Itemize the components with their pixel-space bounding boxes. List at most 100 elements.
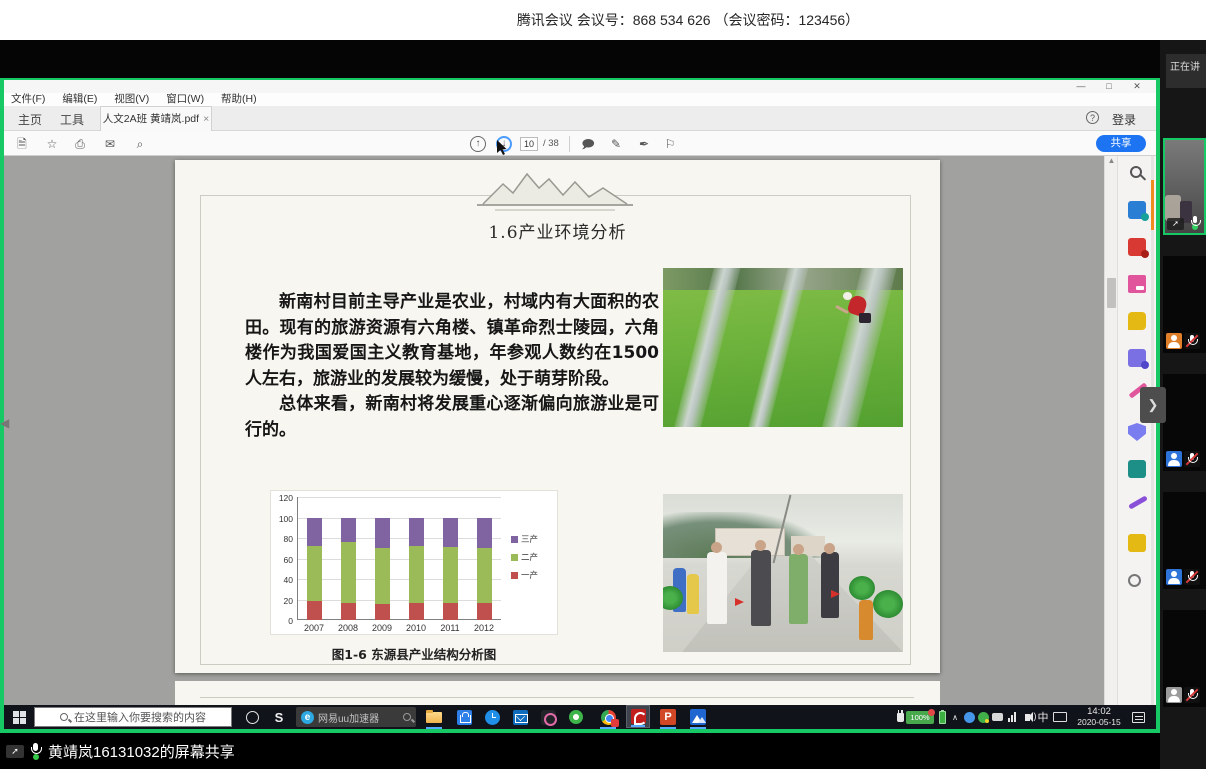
battery-green-icon[interactable] [937,705,947,729]
y-tick-label: 0 [271,616,293,626]
participant-tile[interactable] [1163,374,1206,471]
edit-pdf-icon[interactable] [1128,275,1146,293]
body-text: 新南村目前主导产业是农业，村域内有大面积的农田。现有的旅游资源有六角楼、镇革命烈… [245,290,659,443]
menu-window[interactable]: 窗口(W) [159,93,211,105]
page-back-arrow[interactable]: ◀ [0,412,14,434]
certificates-icon[interactable] [1128,495,1148,509]
tab-home[interactable]: 主页 [18,111,42,128]
tray-360-icon[interactable] [976,705,990,729]
tray-app-blue-icon[interactable] [962,705,976,729]
mic-on-icon [1188,216,1202,230]
participant-tile[interactable] [1163,256,1206,353]
page-number-input[interactable]: 10 [520,137,538,151]
bar-segment-三产 [409,518,424,547]
x-tick-label: 2012 [467,623,501,633]
meeting-title: 腾讯会议 会议号：868 534 626 （会议密码：123456） [0,0,1206,40]
widget-search-icon [403,713,411,721]
close-button[interactable]: ✕ [1124,80,1150,93]
edge-search-widget[interactable]: e 网易uu加速器 [296,707,416,727]
search-tools-icon[interactable] [1130,166,1142,178]
screen-share-icon: ➚ [6,745,24,758]
bar-segment-二产 [477,548,492,602]
y-tick-label: 60 [271,555,293,565]
menu-help[interactable]: 帮助(H) [214,93,264,105]
tab-close-icon[interactable]: × [203,113,209,125]
taskbar-search-box[interactable]: 在这里输入你要搜索的内容 [34,707,232,727]
email-icon[interactable]: ✉ [102,136,118,152]
stamp-icon[interactable]: ⚐ [662,136,678,152]
share-for-review-icon[interactable] [1128,534,1146,552]
volume-icon[interactable] [1020,705,1034,729]
recording-dot [928,709,935,716]
cortana-icon[interactable] [240,705,264,729]
tools-scroll-thumb[interactable] [1151,180,1154,230]
combine-files-icon[interactable] [1128,349,1146,367]
seewo-icon[interactable]: S [268,705,290,729]
stamp-tool-icon[interactable] [1128,460,1146,478]
bar-segment-一产 [341,603,356,620]
taskbar-clock[interactable]: 14:02 2020-05-15 [1070,705,1128,729]
tray-chevron-icon[interactable]: ∧ [949,705,961,729]
bar-segment-三产 [375,518,390,549]
create-pdf-icon[interactable] [1128,238,1146,256]
menu-edit[interactable]: 编辑(E) [55,93,104,105]
mail-icon[interactable] [508,705,532,729]
protect-icon[interactable] [1128,423,1146,441]
page-up-icon[interactable]: ↑ [470,136,486,152]
pencil-icon[interactable]: ✎ [608,136,624,152]
legend-item: 三产 [511,535,538,544]
acrobat-taskbar-icon[interactable] [626,705,650,728]
participant-avatar [1166,451,1182,467]
power-plug-icon[interactable] [893,705,907,729]
y-tick-label: 80 [271,534,293,544]
powerpoint-icon[interactable]: P [656,705,680,729]
participant-tile[interactable] [1163,492,1206,589]
pc-manager-icon[interactable] [564,705,588,729]
maximize-button[interactable]: □ [1096,80,1122,93]
ime-indicator[interactable]: 中 [1036,705,1050,729]
minimize-button[interactable]: — [1068,80,1094,93]
bar-segment-一产 [477,603,492,620]
help-icon[interactable]: ? [1086,111,1099,124]
menu-file[interactable]: 文件(F) [4,93,52,105]
x-tick-label: 2011 [433,623,467,633]
store-icon[interactable] [452,705,476,729]
tools-scroll-track [1151,156,1154,705]
login-button[interactable]: 登录 [1112,111,1136,128]
menu-view[interactable]: 视图(V) [107,93,156,105]
more-tools-icon[interactable] [1128,574,1141,587]
export-pdf-icon[interactable] [1128,201,1146,219]
alarms-clock-icon[interactable] [480,705,504,729]
find-icon[interactable]: ⌕ [132,136,148,152]
tab-document[interactable]: 人文2A班 黄靖岚.pdf× [100,106,212,131]
save-icon[interactable]: 🗎 [14,136,30,152]
page-total: / 38 [543,138,559,149]
chrome-icon[interactable] [596,705,620,729]
network-icon[interactable] [1005,705,1019,729]
headset-icon[interactable] [990,705,1005,729]
participant-avatar [1166,333,1182,349]
share-border-top [0,78,1160,80]
comment-tool-icon[interactable] [1128,312,1146,330]
obs-icon[interactable] [536,705,560,729]
touch-keyboard-icon[interactable] [1051,705,1068,729]
comment-icon[interactable]: 🗩 [580,136,596,152]
mountain-sketch-image [475,166,635,214]
favorite-star-icon[interactable]: ☆ [44,136,60,152]
pdf-scrollbar[interactable]: ▲ [1104,156,1117,705]
tencent-meeting-icon[interactable] [686,705,710,729]
fill-sign-icon[interactable]: ✒ [636,136,652,152]
bar-segment-三产 [307,518,322,547]
sidebar-toggle[interactable]: ❯ [1140,387,1166,423]
scrollbar-thumb[interactable] [1107,278,1116,308]
edge-icon: e [301,711,314,724]
action-center-icon[interactable] [1130,705,1147,729]
tab-tools[interactable]: 工具 [60,111,84,128]
start-button[interactable] [6,705,32,729]
participant-tile-video[interactable]: ➚ [1163,138,1206,235]
share-button[interactable]: 共享 [1096,135,1146,152]
participant-tile[interactable] [1163,610,1206,707]
print-icon[interactable]: ⎙ [72,136,88,152]
participant-avatar [1166,687,1182,703]
file-explorer-icon[interactable] [422,705,446,729]
